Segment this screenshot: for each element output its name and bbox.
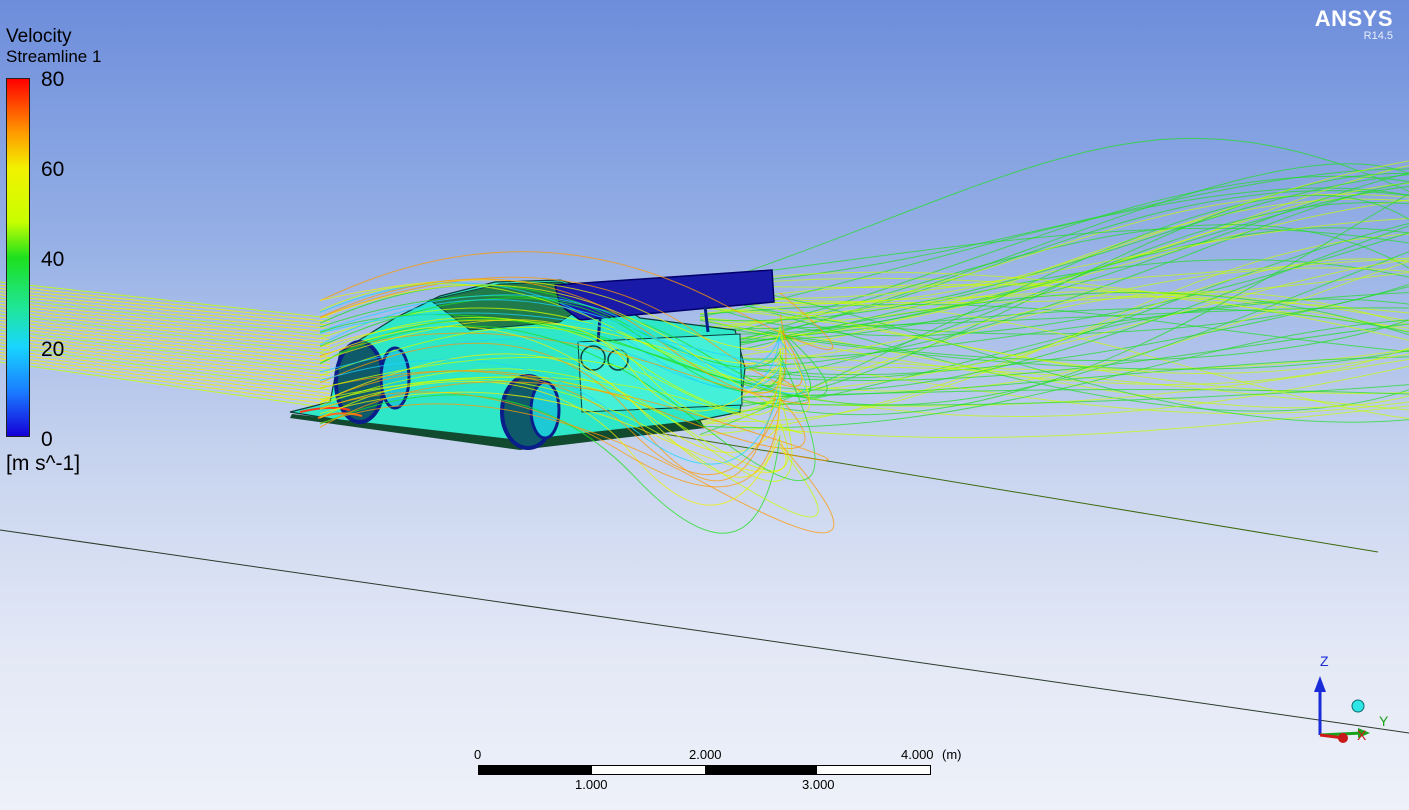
legend-unit: [m s^-1] xyxy=(6,452,81,475)
scale-label-4: 4.000 xyxy=(901,747,934,762)
scale-segment xyxy=(479,766,592,774)
scale-segment xyxy=(704,766,818,774)
scale-bar xyxy=(478,765,931,775)
scale-label-2: 2.000 xyxy=(689,747,722,762)
legend-tick-40: 40 xyxy=(41,248,65,271)
scale-label-0: 0 xyxy=(474,747,482,762)
legend-tick-0: 0 xyxy=(41,428,53,451)
legend-tick-20: 20 xyxy=(41,338,65,361)
view-center-sphere xyxy=(1351,699,1365,713)
brand-name: ANSYS xyxy=(1314,6,1393,31)
velocity-color-bar xyxy=(6,78,30,437)
scale-segment xyxy=(591,766,705,774)
ansys-logo: ANSYS R14.5 xyxy=(1315,6,1393,42)
scale-segment xyxy=(817,766,930,774)
x-axis-arrow xyxy=(1338,733,1348,743)
z-axis-label: Z xyxy=(1320,653,1329,669)
cfd-viewport[interactable]: Z Y X xyxy=(0,0,1409,810)
x-axis-label: X xyxy=(1357,727,1367,743)
legend-subtitle: Streamline 1 xyxy=(6,47,102,66)
scale-label-1: 1.000 xyxy=(575,777,608,792)
axis-triad: Z Y X xyxy=(1314,653,1389,743)
legend-title: Velocity xyxy=(6,26,72,47)
scale-unit: (m) xyxy=(942,747,962,762)
scale-label-3: 3.000 xyxy=(802,777,835,792)
y-axis-label: Y xyxy=(1379,713,1389,729)
legend-tick-80: 80 xyxy=(41,68,65,91)
wake-streamlines xyxy=(699,137,1409,439)
ground-plane-edge-near xyxy=(0,529,1409,734)
z-axis-arrow xyxy=(1314,676,1326,692)
legend-tick-60: 60 xyxy=(41,158,65,181)
